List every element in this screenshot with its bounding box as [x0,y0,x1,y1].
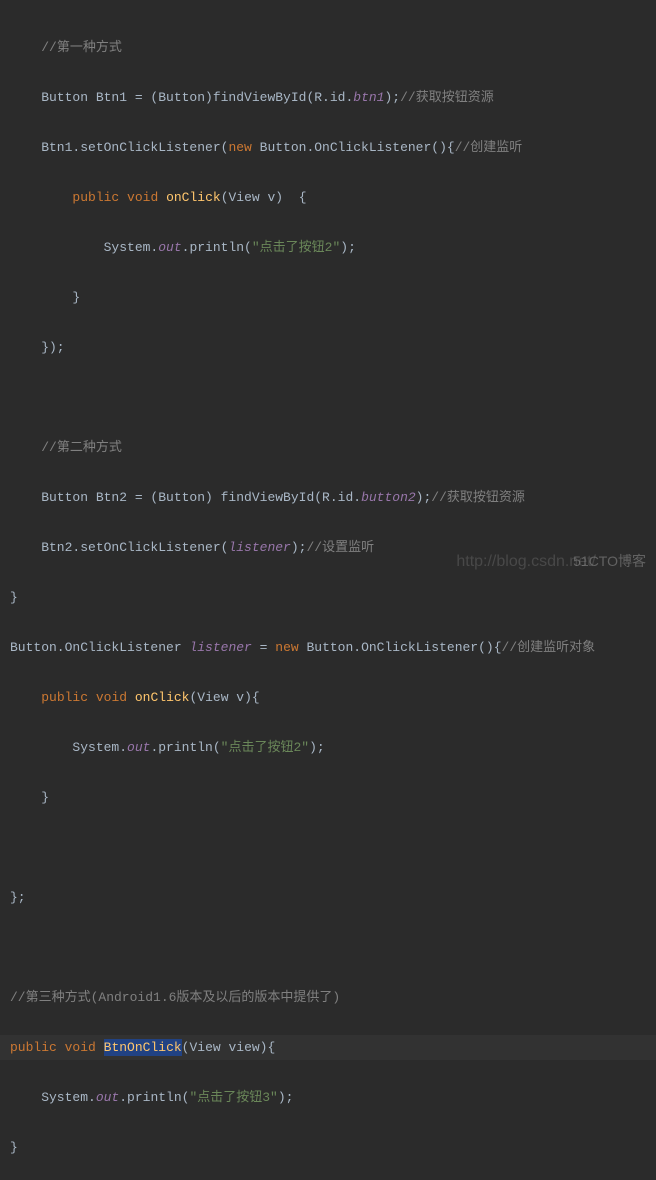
code-text: } [10,1140,18,1155]
code-text: (View view){ [182,1040,276,1055]
keyword: void [65,1040,96,1055]
comment: //创建监听对象 [502,640,596,655]
keyword: public [10,1040,57,1055]
code-text: ); [340,240,356,255]
comment: //第一种方式 [41,40,122,55]
code-text: }); [10,340,65,355]
code-text: (View v){ [189,690,259,705]
keyword: public [72,190,119,205]
code-line: Button Btn2 = (Button) findViewById(R.id… [0,485,656,510]
code-line [0,935,656,960]
code-text: Button Btn2 = (Button) findViewById(R.id… [10,490,361,505]
code-line: }); [0,335,656,360]
keyword: new [275,640,298,655]
code-line: } [0,585,656,610]
code-text: }; [10,890,26,905]
string-literal: "点击了按钮2" [252,240,340,255]
string-literal: "点击了按钮3" [189,1090,277,1105]
string-literal: "点击了按钮2" [221,740,309,755]
code-text: ); [291,540,307,555]
code-text: .println( [182,240,252,255]
code-text: System. [10,1090,96,1105]
keyword: new [228,140,251,155]
code-line: } [0,785,656,810]
method-name: onClick [166,190,221,205]
watermark-51cto: 51CTO博客 [573,549,646,574]
code-line: }; [0,885,656,910]
field-ref: btn1 [353,90,384,105]
code-line: } [0,1135,656,1160]
code-line: System.out.println("点击了按钮3"); [0,1085,656,1110]
code-text: .println( [119,1090,189,1105]
highlighted-method: BtnOnClick [104,1039,182,1056]
comment: //创建监听 [455,140,523,155]
method-name: BtnOnClick [104,1040,182,1055]
code-line: //第二种方式 [0,435,656,460]
code-text: } [10,590,18,605]
code-text: } [10,790,49,805]
code-text: (View v) { [221,190,307,205]
code-line: public void onClick(View v){ [0,685,656,710]
code-text: System. [10,740,127,755]
code-text: ); [278,1090,294,1105]
code-text: = [252,640,275,655]
comment: //第二种方式 [41,440,122,455]
code-text: Button Btn1 = (Button)findViewById(R.id. [10,90,353,105]
variable: listener [228,540,290,555]
code-text: Button.OnClickListener(){ [299,640,502,655]
code-line: System.out.println("点击了按钮2"); [0,735,656,760]
keyword: void [127,190,158,205]
code-text: Button.OnClickListener(){ [252,140,455,155]
code-text: Button.OnClickListener [10,640,189,655]
comment: //获取按钮资源 [431,490,525,505]
code-line: public void onClick(View v) { [0,185,656,210]
variable: listener [189,640,251,655]
code-line [0,385,656,410]
field-ref: out [96,1090,119,1105]
code-text: ); [309,740,325,755]
code-line: Button Btn1 = (Button)findViewById(R.id.… [0,85,656,110]
comment: //第三种方式(Android1.6版本及以后的版本中提供了) [10,990,340,1005]
comment: //获取按钮资源 [400,90,494,105]
code-text: } [10,290,80,305]
code-line: //第三种方式(Android1.6版本及以后的版本中提供了) [0,985,656,1010]
code-line-highlighted: public void BtnOnClick(View view){ [0,1035,656,1060]
code-line: //第一种方式 [0,35,656,60]
code-text: .println( [150,740,220,755]
code-line: System.out.println("点击了按钮2"); [0,235,656,260]
code-block: //第一种方式 Button Btn1 = (Button)findViewBy… [0,10,656,1180]
code-text: Btn2.setOnClickListener( [10,540,228,555]
method-name: onClick [135,690,190,705]
code-line: Button.OnClickListener listener = new Bu… [0,635,656,660]
code-line [0,835,656,860]
field-ref: out [127,740,150,755]
code-text: ); [384,90,400,105]
comment: //设置监听 [306,540,374,555]
code-text: Btn1.setOnClickListener( [10,140,228,155]
code-text: ); [416,490,432,505]
keyword: void [96,690,127,705]
field-ref: out [158,240,181,255]
code-line: } [0,285,656,310]
field-ref: button2 [361,490,416,505]
code-line: Btn1.setOnClickListener(new Button.OnCli… [0,135,656,160]
keyword: public [41,690,88,705]
code-text: System. [10,240,158,255]
